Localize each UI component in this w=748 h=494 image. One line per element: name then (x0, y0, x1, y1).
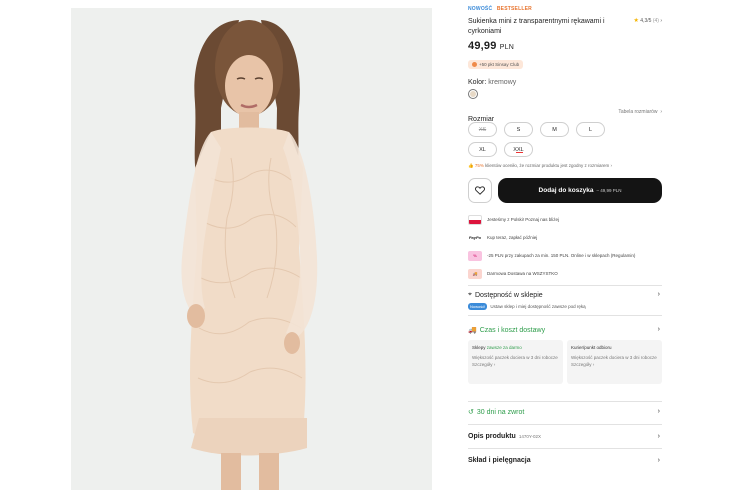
size-table-text: Tabela rozmiarów (618, 109, 658, 115)
store-availability-text: Ustaw sklep i miej dostępność zawsze pod… (490, 304, 586, 309)
description-section[interactable]: Opis produktu 1470Y-02X › (468, 424, 662, 448)
product-photo[interactable] (71, 8, 432, 490)
perk-free-delivery[interactable]: 🚚 Darmowa Dostawa na WSZYSTKO (468, 267, 662, 280)
chevron-right-icon: › (657, 457, 660, 464)
product-code: 1470Y-02X (518, 434, 541, 439)
stores-label: Sklepy (472, 345, 486, 350)
rating-link[interactable]: ★ 4,3/5 (4) › (634, 17, 662, 24)
perk-text: Jesteśmy z Polski! Poznaj nas bliżej (487, 216, 560, 222)
perk-text: -25 PLN przy zakupach za min. 150 PLN. O… (487, 252, 636, 258)
size-fit-info[interactable]: 👍 75% klientów oceniło, że rozmiar produ… (468, 163, 662, 169)
chevron-right-icon: › (657, 326, 660, 333)
store-availability-title: ⌖ Dostępność w sklepie (468, 291, 662, 299)
returns-section[interactable]: ↺ 30 dni na zwrot › (468, 401, 662, 424)
chevron-right-icon: › (658, 109, 662, 115)
store-availability-label: Dostępność w sklepie (474, 291, 543, 299)
size-options: XS S M L XL XXL (468, 122, 638, 157)
returns-title: ↺ 30 dni na zwrot (468, 408, 662, 417)
size-option-s[interactable]: S (504, 122, 533, 137)
star-icon: ★ (633, 18, 639, 24)
perk-text: Darmowa Dostawa na WSZYSTKO (487, 270, 558, 276)
model-in-dress-image (71, 8, 432, 490)
product-price: 49,99 PLN (468, 40, 662, 52)
delivery-card-courier: Kurier/punkt odbioru Większość paczek do… (567, 340, 662, 384)
composition-title: Skład i pielęgnacja (468, 457, 531, 464)
low-stock-indicator (516, 152, 523, 153)
bestseller-badge: BESTSELLER (496, 6, 532, 12)
size-option-m[interactable]: M (540, 122, 569, 137)
color-swatch-kremowy[interactable] (468, 89, 478, 99)
stores-heading: Sklepy zawsze za darmo (472, 345, 559, 350)
delivery-truck-icon: 🚚 (468, 268, 482, 279)
description-title-text: Opis produktu (468, 433, 516, 440)
courier-label: Kurier/punkt odbioru (571, 345, 612, 350)
thumb-up-icon: 👍 (468, 163, 474, 168)
poland-flag-icon (468, 214, 482, 225)
club-points-badge: +50 pkt Sinsay Club (468, 60, 524, 69)
perk-polish-brand[interactable]: Jesteśmy z Polski! Poznaj nas bliżej (468, 213, 662, 226)
return-arrow-icon: ↺ (468, 409, 474, 416)
returns-title-text: 30 dni na zwrot (476, 408, 525, 416)
size-option-xl[interactable]: XL (468, 142, 497, 157)
rating-value: 4,3/5 (640, 18, 652, 24)
chevron-right-icon: › (660, 18, 662, 24)
perk-text: Kup teraz, zapłać później (487, 234, 538, 240)
new-badge: NOWOŚĆ (468, 6, 493, 12)
product-details-panel: NOWOŚĆ BESTSELLER Sukienka mini z transp… (468, 6, 662, 472)
add-to-cart-label: Dodaj do koszyka (538, 187, 594, 194)
delivery-options: Sklepy zawsze za darmo Większość paczek … (468, 340, 662, 384)
title-row: Sukienka mini z transparentnymi rękawami… (468, 17, 662, 37)
price-currency: PLN (499, 44, 515, 51)
cart-row: Dodaj do koszyka – 49,99 PLN (468, 178, 662, 203)
location-pin-icon: ⌖ (468, 291, 472, 298)
delivery-truck-icon: 🚚 (468, 327, 477, 334)
price-value: 49,99 (468, 40, 497, 52)
discount-tag-icon: % (468, 250, 482, 261)
fit-text: klientów oceniło, że rozmiar produktu je… (485, 163, 610, 168)
chevron-right-icon: › (657, 433, 660, 440)
composition-section[interactable]: Skład i pielęgnacja › (468, 448, 662, 472)
color-label-text: Kolor: (468, 79, 487, 86)
product-badges: NOWOŚĆ BESTSELLER (468, 6, 662, 14)
size-option-l[interactable]: L (576, 122, 605, 137)
delivery-section: 🚚 Czas i koszt dostawy › Sklepy zawsze z… (468, 315, 662, 401)
courier-time: Większość paczek dociera w 3 dni robocze (571, 355, 657, 360)
add-to-cart-button[interactable]: Dodaj do koszyka – 49,99 PLN (498, 178, 662, 203)
swatch-fill (470, 91, 476, 97)
delivery-title-text: Czas i koszt dostawy (479, 326, 546, 334)
perk-paypo[interactable]: PayPo Kup teraz, zapłać później (468, 231, 662, 244)
size-option-xxl[interactable]: XXL (504, 142, 533, 157)
wishlist-button[interactable] (468, 178, 492, 203)
description-title: Opis produktu 1470Y-02X (468, 433, 662, 440)
paypo-icon: PayPo (468, 232, 482, 243)
store-availability-info: Nowość! Ustaw sklep i miej dostępność za… (468, 303, 662, 310)
new-feature-badge: Nowość! (468, 303, 488, 310)
size-table-link[interactable]: Tabela rozmiarów › (618, 109, 662, 115)
delivery-title[interactable]: 🚚 Czas i koszt dostawy (468, 326, 662, 335)
size-header: Rozmiar Tabela rozmiarów › (468, 108, 662, 123)
size-option-xs[interactable]: XS (468, 122, 497, 137)
stores-details-link[interactable]: Szczegóły › (472, 362, 559, 367)
add-to-cart-price: – 49,99 PLN (596, 188, 622, 193)
color-label: Kolor: kremowy (468, 79, 662, 86)
club-points-text: +50 pkt Sinsay Club (479, 62, 520, 67)
stores-free-text: zawsze za darmo (486, 345, 522, 350)
chevron-right-icon: › (657, 291, 660, 298)
chevron-right-icon: › (657, 408, 660, 415)
heart-icon (475, 186, 485, 195)
perks-list: Jesteśmy z Polski! Poznaj nas bliżej Pay… (468, 213, 662, 280)
color-value: kremowy (488, 79, 517, 86)
delivery-card-stores: Sklepy zawsze za darmo Większość paczek … (468, 340, 563, 384)
product-title: Sukienka mini z transparentnymi rękawami… (468, 18, 605, 35)
chevron-right-icon: › (610, 163, 612, 168)
courier-details-link[interactable]: Szczegóły › (571, 362, 658, 367)
store-availability-section[interactable]: ⌖ Dostępność w sklepie › Nowość! Ustaw s… (468, 285, 662, 315)
fit-percentage: 75% (474, 163, 484, 168)
rating-count: (4) (652, 18, 659, 24)
club-icon (472, 62, 477, 67)
stores-time: Większość paczek dociera w 3 dni robocze (472, 355, 558, 360)
perk-discount[interactable]: % -25 PLN przy zakupach za min. 150 PLN.… (468, 249, 662, 262)
